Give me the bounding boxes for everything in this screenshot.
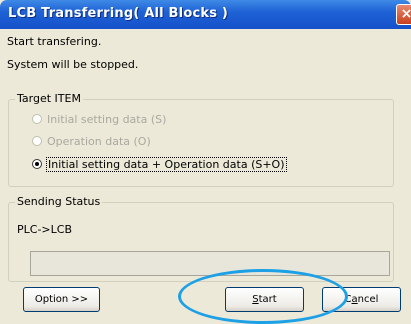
radio-label: Initial setting data + Operation data (S… <box>46 156 287 172</box>
target-item-group: Target ITEM Initial setting data (S) Ope… <box>8 92 394 187</box>
target-item-title: Target ITEM <box>15 92 83 105</box>
message-line-2: System will be stopped. <box>7 58 139 71</box>
close-icon: × <box>400 6 411 22</box>
cancel-label: Cancel <box>344 294 379 305</box>
radio-operation-data[interactable]: Operation data (O) <box>32 134 151 148</box>
cancel-button[interactable]: Cancel <box>322 287 401 312</box>
radio-initial-plus-operation[interactable]: Initial setting data + Operation data (S… <box>32 156 287 172</box>
radio-label: Operation data (O) <box>47 134 151 148</box>
sending-status-title: Sending Status <box>15 195 103 208</box>
radio-button[interactable] <box>32 136 42 146</box>
title-bar[interactable]: LCB Transferring( All Blocks ) × <box>0 0 411 29</box>
transfer-dialog: LCB Transferring( All Blocks ) × Start t… <box>0 0 411 324</box>
progress-bar <box>30 251 390 276</box>
radio-label: Initial setting data (S) <box>47 112 167 126</box>
option-button[interactable]: Option >> <box>23 287 100 312</box>
close-button[interactable]: × <box>396 4 411 25</box>
radio-initial-setting[interactable]: Initial setting data (S) <box>32 112 166 126</box>
message-line-1: Start transfering. <box>7 35 102 48</box>
radio-button[interactable] <box>32 159 42 169</box>
status-text: PLC->LCB <box>17 223 72 236</box>
radio-button[interactable] <box>32 114 42 124</box>
start-label: Start <box>252 294 277 305</box>
window-title: LCB Transferring( All Blocks ) <box>8 6 229 21</box>
start-button[interactable]: Start <box>225 287 304 312</box>
dialog-body: Start transfering. System will be stoppe… <box>0 29 411 324</box>
